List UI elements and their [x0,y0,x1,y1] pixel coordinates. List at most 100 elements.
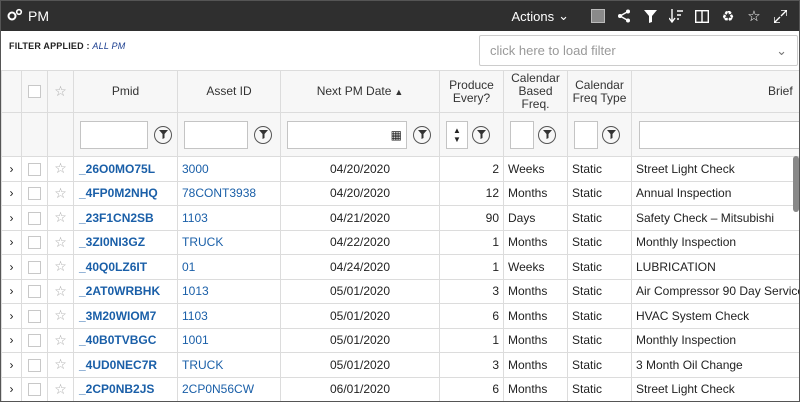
table-row[interactable]: › ☆ _4UD0NEC7R TRUCK 05/01/2020 3 Months Static… [1,352,799,378]
row-expand-button[interactable]: › [1,229,22,255]
expand-button[interactable] [767,3,793,29]
table-row[interactable]: › ☆ _3M20WIOM7 1103 05/01/2020 6 Months Static H… [1,303,799,329]
pmid-link[interactable]: _40B0TVBGC [75,333,156,347]
pmid-link[interactable]: _3M20WIOM7 [75,309,156,323]
asset-link[interactable]: 3000 [179,162,209,176]
star-header[interactable]: ☆ [47,70,74,113]
table-row[interactable]: › ☆ _4FP0M2NHQ 78CONT3938 04/20/2020 12 Months… [1,180,799,206]
row-expand-button[interactable]: › [1,303,22,329]
table-row[interactable]: › ☆ _40Q0LZ6IT 01 04/24/2020 1 Weeks Static LUBR… [1,254,799,280]
actions-menu-button[interactable]: Actions ⌄ [511,8,569,24]
select-all-header[interactable] [21,70,48,113]
row-expand-button[interactable]: › [1,352,22,378]
star-icon[interactable]: ☆ [54,185,67,201]
select-all-button[interactable] [585,3,611,29]
row-expand-button[interactable]: › [1,376,22,401]
table-row[interactable]: › ☆ _23F1CN2SB 1103 04/21/2020 90 Days Static Sa… [1,205,799,231]
header-checkbox[interactable] [28,85,41,99]
star-icon[interactable]: ☆ [54,381,67,397]
vertical-scrollbar[interactable] [793,156,799,212]
asset-link[interactable]: 1013 [179,284,209,298]
star-icon: ☆ [747,8,761,25]
col-header-pmid[interactable]: Pmid [73,70,178,113]
row-checkbox[interactable] [28,162,41,176]
asset-link[interactable]: 2CP0N56CW [179,382,254,396]
freqtype-filter-button[interactable] [602,125,620,144]
columns-button[interactable] [689,3,715,29]
pmid-link[interactable]: _26O0MO75L [75,162,155,176]
star-icon[interactable]: ☆ [54,160,67,176]
filter-button[interactable] [637,3,663,29]
row-expand-button[interactable]: › [1,254,22,280]
asset-link[interactable]: 1001 [179,333,209,347]
row-expand-button[interactable]: › [1,156,22,182]
pmid-link[interactable]: _2AT0WRBHK [75,284,160,298]
asset-link[interactable]: TRUCK [179,235,223,249]
row-checkbox[interactable] [28,187,41,201]
table-row[interactable]: › ☆ _26O0MO75L 3000 04/20/2020 2 Weeks Static St… [1,156,799,182]
star-icon[interactable]: ☆ [54,332,67,348]
row-expand-button[interactable]: › [1,278,22,304]
share-button[interactable] [611,3,637,29]
produce-filter-button[interactable] [472,125,490,144]
calendar-filter-button[interactable] [538,125,556,144]
row-checkbox[interactable] [28,383,41,397]
row-checkbox[interactable] [28,309,41,323]
asset-link[interactable]: 78CONT3938 [179,186,256,200]
calendar-filter-input[interactable] [510,120,534,149]
table-row[interactable]: › ☆ _40B0TVBGC 1001 05/01/2020 1 Months Static M… [1,327,799,353]
asset-link[interactable]: 1103 [179,211,208,225]
refresh-button[interactable]: ♻ [715,3,741,29]
asset-link[interactable]: 1103 [179,309,208,323]
table-row[interactable]: › ☆ _2CP0NB2JS 2CP0N56CW 06/01/2020 6 Months St… [1,376,799,401]
table-row[interactable]: › ☆ _2AT0WRBHK 1013 05/01/2020 3 Months Static A… [1,278,799,304]
star-icon[interactable]: ☆ [54,209,67,225]
row-checkbox[interactable] [28,285,41,299]
sort-button[interactable] [663,3,689,29]
row-expand-button[interactable]: › [1,327,22,353]
col-header-date[interactable]: Next PM Date ▲ [280,70,440,113]
asset-filter-input[interactable] [184,120,248,149]
star-icon[interactable]: ☆ [54,234,67,250]
col-header-produce[interactable]: Produce Every? [439,70,504,113]
pmid-filter-input[interactable] [80,120,148,149]
pmid-link[interactable]: _23F1CN2SB [75,211,154,225]
produce-filter-stepper[interactable]: ▲ ▼ [446,120,468,149]
calendar-icon[interactable]: ▦ [391,128,402,142]
freqtype-filter-input[interactable] [574,120,598,149]
col-header-brief[interactable]: Brief [631,70,799,113]
table-row[interactable]: › ☆ _3ZI0NI3GZ TRUCK 04/22/2020 1 Months Static… [1,229,799,255]
star-icon[interactable]: ☆ [54,307,67,323]
asset-filter-button[interactable] [254,125,272,144]
row-checkbox[interactable] [28,236,41,250]
asset-link[interactable]: 01 [179,260,195,274]
date-filter-input[interactable]: ▦ [287,120,407,149]
col-header-calendar[interactable]: Calendar Based Freq. [503,70,568,113]
pmid-link[interactable]: _4FP0M2NHQ [75,186,158,200]
pmid-link[interactable]: _2CP0NB2JS [75,382,154,396]
pmid-filter-button[interactable] [154,125,172,144]
stepper-down-icon[interactable]: ▼ [453,135,461,144]
brief-filter-input[interactable] [639,120,799,149]
freq-type-cell: Static [567,180,632,206]
load-filter-select[interactable]: click here to load filter ⌄ [479,35,798,66]
pmid-link[interactable]: _3ZI0NI3GZ [75,235,145,249]
row-checkbox[interactable] [28,358,41,372]
calendar-freq-cell: Weeks [503,254,568,280]
date-filter-button[interactable] [413,125,431,144]
asset-link[interactable]: TRUCK [179,358,223,372]
pmid-link[interactable]: _40Q0LZ6IT [75,260,147,274]
pmid-link[interactable]: _4UD0NEC7R [75,358,157,372]
row-expand-button[interactable]: › [1,180,22,206]
star-icon[interactable]: ☆ [54,356,67,372]
row-expand-button[interactable]: › [1,205,22,231]
col-header-asset[interactable]: Asset ID [177,70,281,113]
row-checkbox[interactable] [28,211,41,225]
row-checkbox[interactable] [28,334,41,348]
row-checkbox[interactable] [28,260,41,274]
stepper-up-icon[interactable]: ▲ [453,126,461,135]
favorite-button[interactable]: ☆ [741,3,767,29]
col-header-freqtype[interactable]: Calendar Freq Type [567,70,632,113]
star-icon[interactable]: ☆ [54,258,67,274]
star-icon[interactable]: ☆ [54,283,67,299]
